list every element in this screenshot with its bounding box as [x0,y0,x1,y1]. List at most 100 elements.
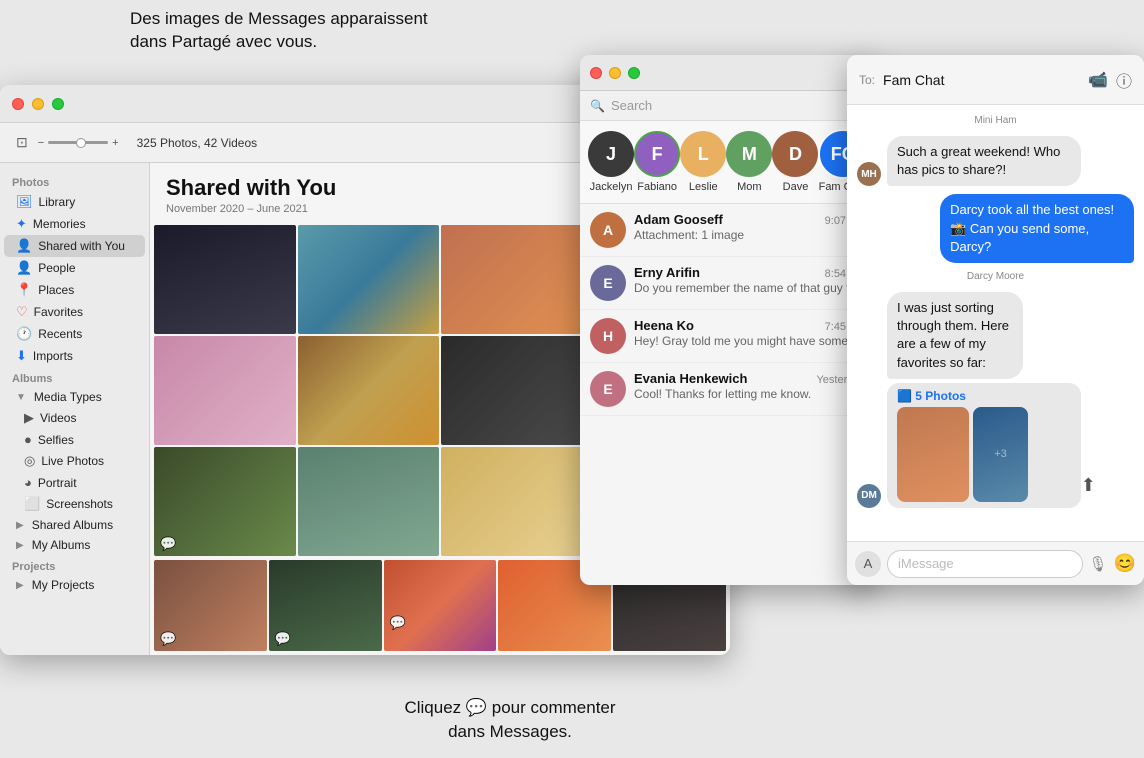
photo-cell[interactable]: 💬 [154,447,296,556]
sidebar-label-favorites: Favorites [34,305,83,319]
sidebar-label-shared-albums: Shared Albums [32,518,113,532]
photo-cell[interactable]: 💬 [384,560,497,651]
conversation-evania[interactable]: E Evania Henkewich Yesterday Cool! Thank… [580,363,875,416]
sidebar-label-media-types: Media Types [34,390,102,404]
messages-maximize-button[interactable] [628,67,640,79]
pinned-contact-jackelyn[interactable]: J Jackelyn [588,131,634,193]
input-placeholder: iMessage [898,556,954,571]
comment-icon[interactable]: 💬 [275,631,291,647]
sidebar-item-shared-albums[interactable]: ▶ Shared Albums [4,515,145,535]
photo-cell[interactable] [154,225,296,334]
imports-icon: ⬇ [16,348,27,364]
sidebar-label-videos: Videos [40,411,76,425]
zoom-slider[interactable]: − + [38,137,119,149]
screenshots-icon: ⬜ [24,496,40,512]
memories-icon: ✦ [16,216,27,232]
comment-icon[interactable]: 💬 [390,615,406,631]
sidebar-item-screenshots[interactable]: ⬜ Screenshots [4,493,145,515]
photo-thumb-2: +3 [973,407,1028,502]
annotation-bottom-text2: dans Messages. [448,722,572,741]
photo-thumb-1 [897,407,969,502]
sender-label-darcy: Darcy Moore [857,271,1134,282]
photo-cell[interactable] [298,336,440,445]
sidebar-item-memories[interactable]: ✦ Memories [4,213,145,235]
photo-cell[interactable] [298,225,440,334]
sidebar-item-live-photos[interactable]: ◎ Live Photos [4,450,145,472]
conversation-adam[interactable]: A Adam Gooseff 9:07 AM Attachment: 1 ima… [580,204,875,257]
msg-preview-evania: Cool! Thanks for letting me know. [634,387,865,401]
bubble-row-darcy: DM I was just sorting through them. Here… [857,292,1134,508]
messages-close-button[interactable] [590,67,602,79]
avatar-miniham: MH [857,162,881,186]
pinned-contact-dave[interactable]: D Dave [772,131,818,193]
slider-thumb [76,138,86,148]
sidebar-item-recents[interactable]: 🕐 Recents [4,323,145,345]
conversation-heena[interactable]: H Heena Ko 7:45 AM Hey! Gray told me you… [580,310,875,363]
audio-icon[interactable]: 🎙 [1089,555,1108,573]
sidebar-item-media-types[interactable]: ▼ Media Types [4,387,145,407]
media-types-arrow: ▼ [16,392,26,403]
messages-search-bar[interactable]: 🔍 Search [580,91,875,121]
contact-avatar-leslie: L [680,131,726,177]
sidebar-item-library[interactable]: 🖼 Library [4,191,145,213]
share-icon[interactable]: ⬆ [1081,475,1096,496]
sidebar-item-my-projects[interactable]: ▶ My Projects [4,575,145,595]
photo-cell[interactable] [298,447,440,556]
avatar-evania: E [590,371,626,407]
contact-name-erny: Erny Arifin [634,265,700,280]
sidebar-item-shared-with-you[interactable]: 👤 Shared with You [4,235,145,257]
sidebar-item-places[interactable]: 📍 Places [4,279,145,301]
sidebar-item-favorites[interactable]: ♡ Favorites [4,301,145,323]
conversation-erny[interactable]: E Erny Arifin 8:54 AM Do you remember th… [580,257,875,310]
message-input[interactable]: iMessage [887,550,1083,578]
sidebar-item-imports[interactable]: ⬇ Imports [4,345,145,367]
sidebar-label-my-albums: My Albums [32,538,91,552]
video-call-icon[interactable]: 📹 [1088,70,1108,90]
contact-name-adam: Adam Gooseff [634,212,723,227]
close-button[interactable] [12,98,24,110]
sidebar-label-people: People [38,261,75,275]
avatar-adam: A [590,212,626,248]
minimize-button[interactable] [32,98,44,110]
recents-icon: 🕐 [16,326,32,342]
pinned-contact-mom[interactable]: M Mom [726,131,772,193]
contact-avatar-jackelyn: J [588,131,634,177]
zoom-out-icon: − [38,137,44,149]
comment-icon[interactable]: 💬 [160,631,176,647]
msg-header-evania: Evania Henkewich Yesterday [634,371,865,386]
sidebar-item-my-albums[interactable]: ▶ My Albums [4,535,145,555]
favorites-icon: ♡ [16,304,28,320]
maximize-button[interactable] [52,98,64,110]
chat-header: To: Fam Chat 📹 ⓘ [847,55,1144,105]
msg-header-heena: Heena Ko 7:45 AM [634,318,865,333]
photos-attachment[interactable]: 🟦 5 Photos +3 ⬆ [887,383,1081,508]
selfies-icon: ● [24,432,32,447]
photo-cell[interactable] [441,225,583,334]
info-icon[interactable]: ⓘ [1116,68,1132,92]
emoji-icon[interactable]: 😊 [1114,553,1136,574]
msg-preview-erny: Do you remember the name of that guy fro… [634,281,865,295]
slideshow-icon: ⊡ [16,134,28,151]
photo-cell[interactable] [154,336,296,445]
comment-icon[interactable]: 💬 [160,536,176,552]
sidebar: Photos 🖼 Library ✦ Memories 👤 Shared wit… [0,163,150,655]
sidebar-item-selfies[interactable]: ● Selfies [4,429,145,450]
sidebar-item-people[interactable]: 👤 People [4,257,145,279]
my-projects-arrow: ▶ [16,580,24,591]
chat-messages: Mini Ham MH Such a great weekend! Who ha… [847,105,1144,541]
photo-cell[interactable]: 💬 [269,560,382,651]
my-albums-arrow: ▶ [16,540,24,551]
msg-header-erny: Erny Arifin 8:54 AM [634,265,865,280]
chat-window: To: Fam Chat 📹 ⓘ Mini Ham MH Such a grea… [847,55,1144,585]
photo-cell[interactable]: 💬 [154,560,267,651]
pinned-contact-fabiano[interactable]: F Fabiano [634,131,680,193]
msg-content-heena: Heena Ko 7:45 AM Hey! Gray told me you m… [634,318,865,348]
avatar-darcy: DM [857,484,881,508]
messages-minimize-button[interactable] [609,67,621,79]
sidebar-item-videos[interactable]: ▶ Videos [4,407,145,429]
sidebar-item-portrait[interactable]: ◕ Portrait [4,472,145,493]
photo-cell[interactable] [441,336,583,445]
pinned-contact-leslie[interactable]: L Leslie [680,131,726,193]
app-icon[interactable]: A [855,551,881,577]
photo-cell[interactable] [441,447,583,556]
